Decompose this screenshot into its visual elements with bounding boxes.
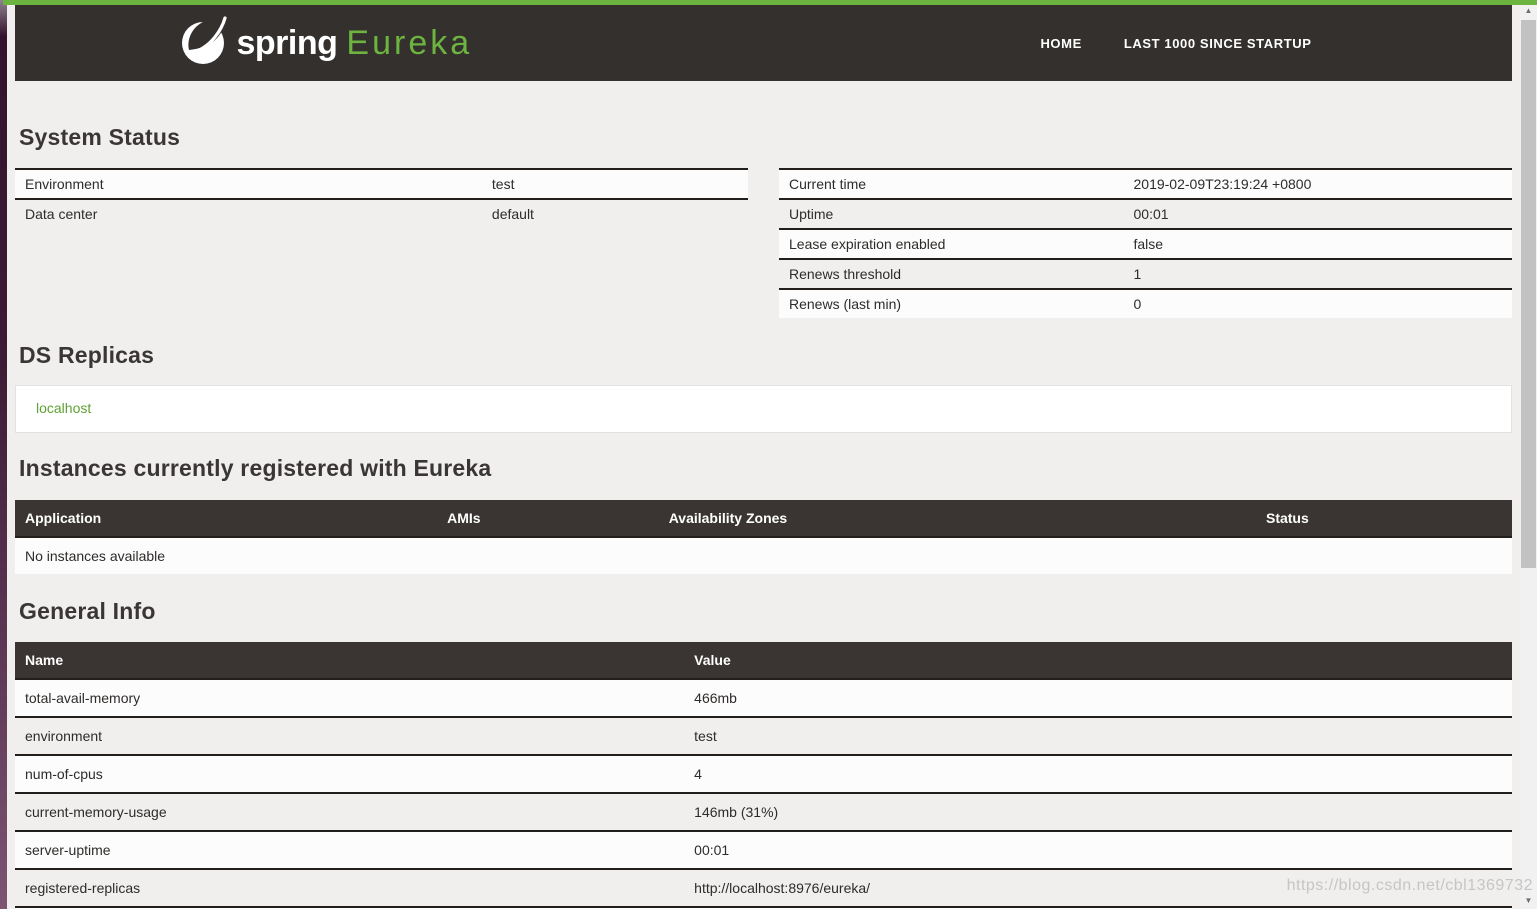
navbar-inner: spring Eureka HOME LAST 1000 SINCE START…: [179, 5, 1349, 81]
column-header-amis: AMIs: [437, 500, 659, 537]
row-value: 1: [1124, 259, 1513, 289]
main: System Status Environment test Data cent…: [15, 81, 1512, 909]
table-row: Uptime 00:01: [779, 199, 1512, 229]
row-name: current-memory-usage: [15, 793, 684, 831]
column-header-value: Value: [684, 642, 1512, 679]
brand: spring Eureka: [179, 16, 473, 71]
row-label: Uptime: [779, 199, 1124, 229]
row-label: Renews threshold: [779, 259, 1124, 289]
row-value: test: [482, 169, 748, 199]
section-title-ds-replicas: DS Replicas: [19, 318, 1512, 369]
green-accent-stripe: [3, 0, 1537, 5]
row-name: server-uptime: [15, 831, 684, 869]
row-label: Renews (last min): [779, 289, 1124, 318]
environment-table: Environment test Data center default: [15, 168, 748, 228]
row-value: 4: [684, 755, 1512, 793]
row-name: environment: [15, 717, 684, 755]
empty-message: No instances available: [15, 537, 1512, 574]
instances-table: Application AMIs Availability Zones Stat…: [15, 500, 1512, 574]
instances-header-row: Application AMIs Availability Zones Stat…: [15, 500, 1512, 537]
row-value: http://localhost:8976/eureka/: [684, 869, 1512, 907]
row-value: 0: [1124, 289, 1513, 318]
ds-replicas-box: localhost: [15, 385, 1512, 433]
scroll-down-icon[interactable]: ▼: [1520, 893, 1537, 909]
status-table-wrap: Current time 2019-02-09T23:19:24 +0800 U…: [779, 168, 1512, 318]
brand-spring-text: spring: [237, 24, 338, 63]
row-value: 146mb (31%): [684, 793, 1512, 831]
scrollbar-thumb[interactable]: [1521, 20, 1536, 568]
row-value: default: [482, 199, 748, 228]
table-row: server-uptime 00:01: [15, 831, 1512, 869]
navbar-links: HOME LAST 1000 SINCE STARTUP: [1040, 36, 1311, 51]
row-value: 00:01: [684, 831, 1512, 869]
row-value: false: [1124, 229, 1513, 259]
system-status-tables: Environment test Data center default C: [15, 168, 1512, 318]
column-header-availability-zones: Availability Zones: [659, 500, 1256, 537]
general-info-table: Name Value total-avail-memory 466mb envi…: [15, 642, 1512, 909]
row-label: Current time: [779, 169, 1124, 199]
nav-link-home[interactable]: HOME: [1040, 36, 1081, 51]
table-row: Renews threshold 1: [779, 259, 1512, 289]
page-content: spring Eureka HOME LAST 1000 SINCE START…: [7, 0, 1520, 909]
section-title-general-info: General Info: [19, 574, 1512, 625]
column-header-application: Application: [15, 500, 437, 537]
row-label: Environment: [15, 169, 482, 199]
row-value: 2019-02-09T23:19:24 +0800: [1124, 169, 1513, 199]
scroll-up-icon[interactable]: ▲: [1520, 3, 1537, 19]
navbar: spring Eureka HOME LAST 1000 SINCE START…: [15, 5, 1512, 81]
row-name: num-of-cpus: [15, 755, 684, 793]
spring-leaf-icon: [179, 16, 229, 71]
vertical-scrollbar[interactable]: ▲ ▼: [1520, 3, 1537, 909]
table-row: environment test: [15, 717, 1512, 755]
table-row: registered-replicas http://localhost:897…: [15, 869, 1512, 907]
row-name: total-avail-memory: [15, 679, 684, 717]
table-row: Current time 2019-02-09T23:19:24 +0800: [779, 169, 1512, 199]
row-name: registered-replicas: [15, 869, 684, 907]
general-info-header-row: Name Value: [15, 642, 1512, 679]
table-row: Renews (last min) 0: [779, 289, 1512, 318]
column-header-status: Status: [1256, 500, 1512, 537]
replica-link-localhost[interactable]: localhost: [36, 400, 91, 416]
section-title-instances: Instances currently registered with Eure…: [19, 433, 1512, 482]
brand-app-text: Eureka: [346, 24, 472, 63]
table-row: current-memory-usage 146mb (31%): [15, 793, 1512, 831]
table-row: Lease expiration enabled false: [779, 229, 1512, 259]
environment-table-wrap: Environment test Data center default: [15, 168, 748, 228]
status-table: Current time 2019-02-09T23:19:24 +0800 U…: [779, 168, 1512, 318]
row-value: 466mb: [684, 679, 1512, 717]
table-row: total-avail-memory 466mb: [15, 679, 1512, 717]
row-label: Data center: [15, 199, 482, 228]
empty-row: No instances available: [15, 537, 1512, 574]
row-label: Lease expiration enabled: [779, 229, 1124, 259]
table-row: num-of-cpus 4: [15, 755, 1512, 793]
left-edge-strip: [0, 0, 7, 909]
row-value: test: [684, 717, 1512, 755]
table-row: Data center default: [15, 199, 748, 228]
table-row: Environment test: [15, 169, 748, 199]
column-header-name: Name: [15, 642, 684, 679]
section-title-system-status: System Status: [19, 81, 1512, 151]
nav-link-last-1000[interactable]: LAST 1000 SINCE STARTUP: [1124, 36, 1312, 51]
row-value: 00:01: [1124, 199, 1513, 229]
